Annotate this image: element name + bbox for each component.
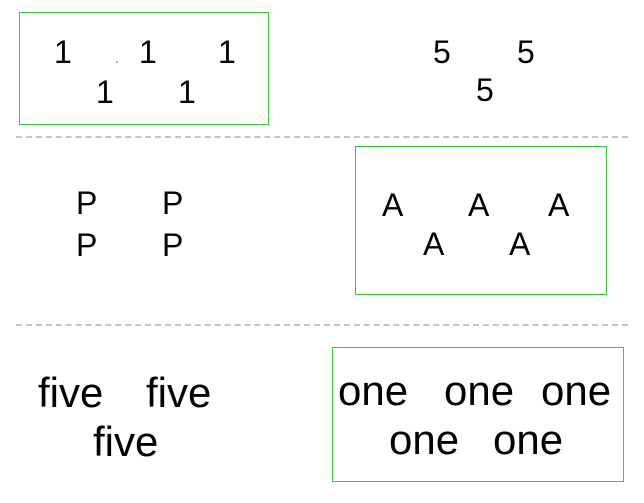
row2-right-item: A bbox=[423, 226, 445, 262]
row3-right-item: one bbox=[338, 367, 409, 414]
stray-dot bbox=[116, 61, 118, 63]
row3-right-item: one bbox=[541, 367, 612, 414]
row3-right-item: one bbox=[389, 416, 460, 463]
row3-left-item: five bbox=[38, 369, 104, 416]
row1-right-item: 5 bbox=[433, 34, 451, 70]
row2-right-item: A bbox=[382, 187, 404, 223]
row1-right-item: 5 bbox=[517, 34, 535, 70]
row2-left-item: P bbox=[162, 227, 184, 263]
row3-right-item: one bbox=[444, 367, 515, 414]
row-divider bbox=[16, 136, 628, 138]
row1-right-item: 5 bbox=[476, 72, 494, 108]
row1-left-item: 1 bbox=[139, 34, 157, 70]
row2-left-item: P bbox=[162, 185, 184, 221]
row2-right-item: A bbox=[468, 187, 490, 223]
row3-right-item: one bbox=[493, 416, 564, 463]
row1-left-item: 1 bbox=[54, 34, 72, 70]
row1-left-item: 1 bbox=[178, 74, 196, 110]
row2-left-item: P bbox=[76, 185, 98, 221]
row3-left-item: five bbox=[93, 418, 159, 465]
row-divider bbox=[16, 324, 628, 326]
row1-left-item: 1 bbox=[96, 74, 114, 110]
row2-right-item: A bbox=[548, 187, 570, 223]
row2-left-item: P bbox=[76, 227, 98, 263]
row3-left-item: five bbox=[146, 369, 212, 416]
row1-left-item: 1 bbox=[218, 34, 236, 70]
row2-right-item: A bbox=[509, 226, 531, 262]
